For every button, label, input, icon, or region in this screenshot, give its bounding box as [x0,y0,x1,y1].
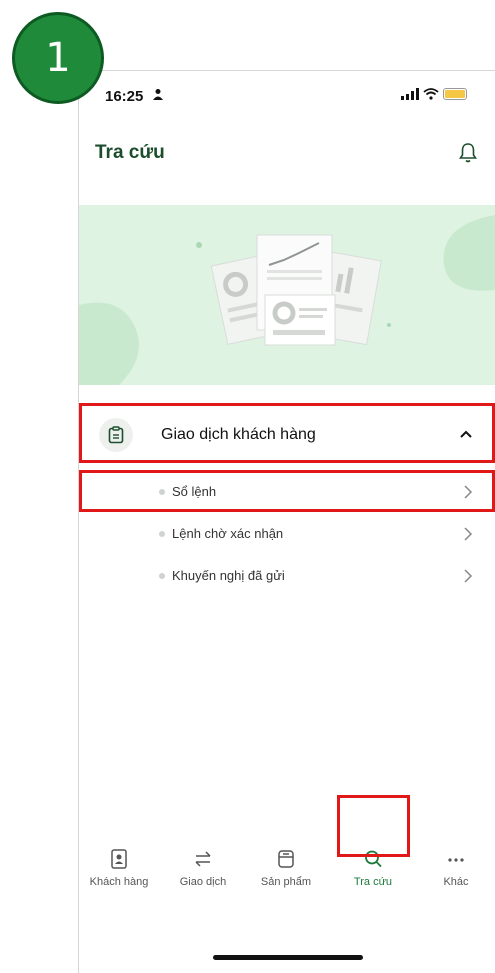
person-icon [153,88,163,103]
product-icon [278,850,294,868]
status-icons [401,88,467,100]
highlight-tab-tra-cuu [337,795,410,857]
banner-illustration [79,205,495,385]
tab-khach-hang[interactable]: Khách hàng [79,848,159,908]
status-time: 16:25 [105,88,144,105]
bullet-dot [159,531,165,537]
tab-label: Sản phẩm [260,876,312,888]
home-indicator [213,955,363,960]
page-header: Tra cứu [79,130,495,180]
menu-item-lenh-cho-xac-nhan[interactable]: Lệnh chờ xác nhận [79,514,495,554]
battery-icon [443,88,467,100]
tab-label: Khách hàng [89,876,149,888]
menu-item-label: Khuyến nghị đã gửi [172,568,285,583]
signal-icon [401,88,419,100]
tab-khac[interactable]: Khác [416,848,495,908]
chevron-right-icon [464,527,473,541]
highlight-menu-group [79,403,495,463]
step-number-badge: 1 [12,12,104,104]
page-title: Tra cứu [95,142,165,163]
tab-giao-dich[interactable]: Giao dịch [163,848,243,908]
menu-item-khuyen-nghi-da-gui[interactable]: Khuyến nghị đã gửi [79,556,495,596]
highlight-so-lenh [79,470,495,512]
tab-label: Tra cứu [353,876,393,888]
menu-item-label: Lệnh chờ xác nhận [172,526,284,541]
screen-frame-top [78,70,495,71]
bell-icon[interactable] [459,142,477,164]
wifi-icon [423,88,439,100]
transfer-icon [195,851,211,867]
tab-san-pham[interactable]: Sản phẩm [246,848,326,908]
documents-illustration [79,215,495,385]
tab-label: Giao dịch [179,876,227,888]
more-icon [448,858,464,862]
tab-label: Khác [443,876,469,888]
bottom-tab-bar: Khách hàng Giao dịch Sản phẩm Tra cứu Kh… [79,838,495,948]
bullet-dot [159,573,165,579]
tab-tra-cuu[interactable]: Tra cứu [333,848,413,908]
chevron-right-icon [464,569,473,583]
status-bar: 16:25 [79,78,495,118]
customer-icon [111,849,127,869]
